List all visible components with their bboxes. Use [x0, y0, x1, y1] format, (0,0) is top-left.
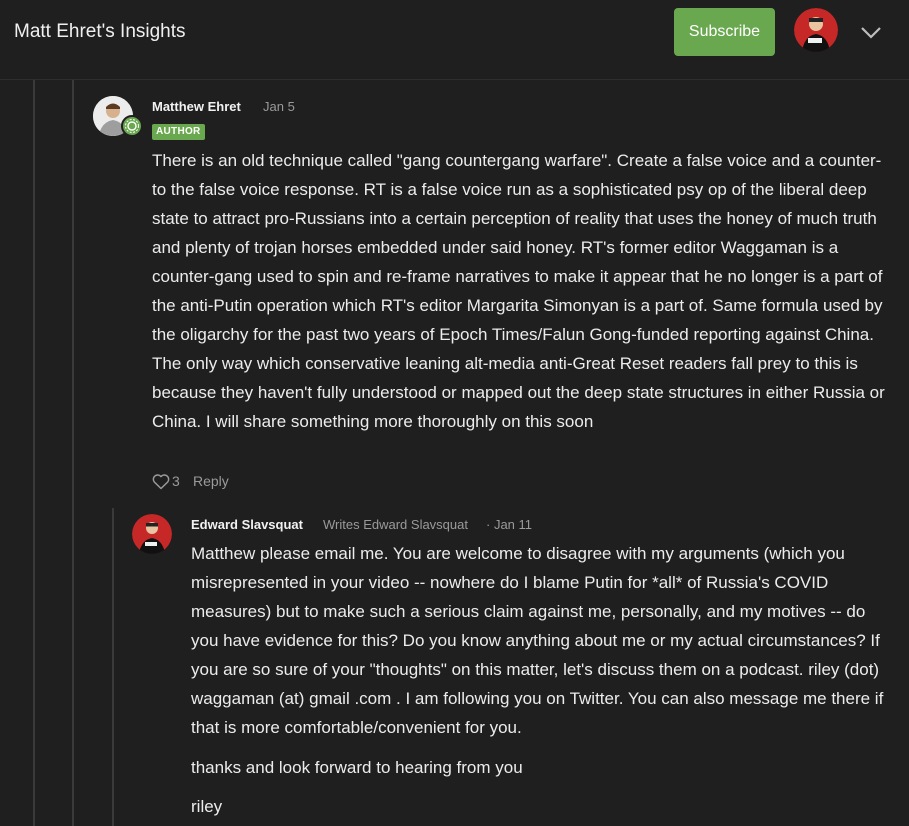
comment-paragraph: thanks and look forward to hearing from … — [191, 758, 523, 777]
comment-author[interactable]: Edward Slavsquat — [191, 517, 303, 532]
comment-date[interactable]: Jan 5 — [263, 99, 295, 114]
subscribe-button[interactable]: Subscribe — [674, 8, 775, 56]
author-badge: AUTHOR — [152, 124, 205, 140]
thread-line — [112, 508, 114, 826]
thread-line — [33, 80, 35, 826]
writer-badge-icon — [121, 115, 143, 137]
comment-paragraph: riley — [191, 797, 223, 816]
comment-author[interactable]: Matthew Ehret — [152, 99, 241, 114]
author-publication[interactable]: Writes Edward Slavsquat — [323, 517, 468, 532]
heart-icon[interactable] — [152, 473, 170, 490]
reply-button[interactable]: Reply — [193, 473, 229, 489]
top-bar: Matt Ehret's Insights Subscribe — [0, 0, 909, 80]
chevron-down-icon[interactable] — [858, 22, 884, 42]
thread-line — [72, 80, 74, 826]
comment-body: There is an old technique called "gang c… — [152, 151, 885, 431]
user-avatar-icon[interactable] — [794, 8, 838, 52]
site-title[interactable]: Matt Ehret's Insights — [14, 21, 186, 43]
avatar[interactable] — [132, 514, 172, 554]
comment-date[interactable]: · Jan 11 — [486, 517, 532, 532]
like-count: 3 — [172, 473, 180, 489]
comment-paragraph: Matthew please email me. You are welcome… — [191, 544, 884, 737]
